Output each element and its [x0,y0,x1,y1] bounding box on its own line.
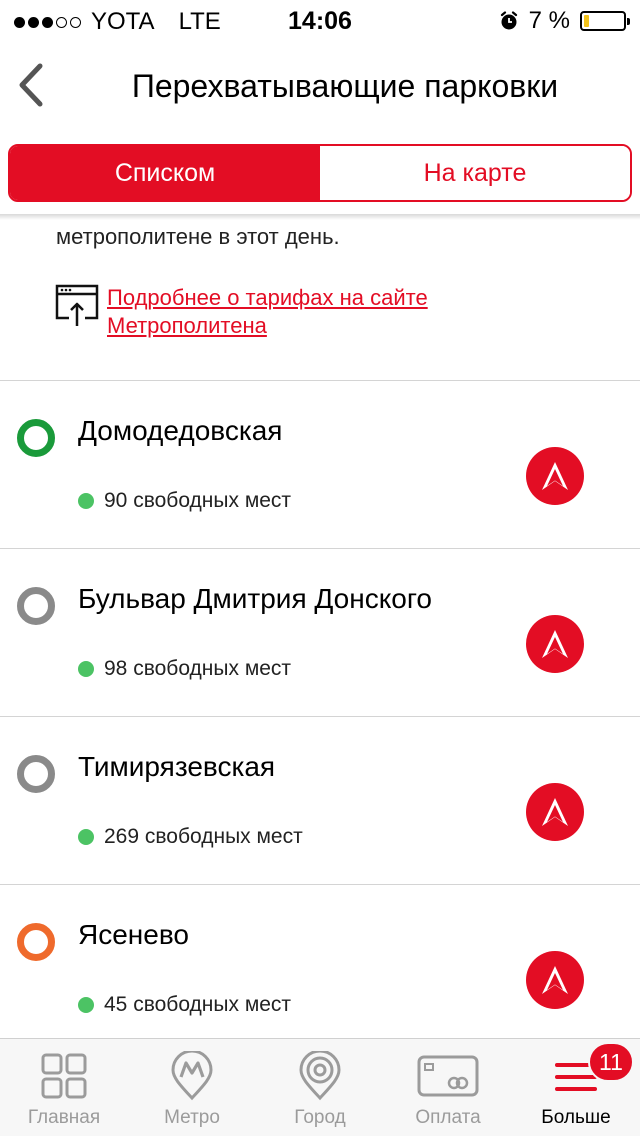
free-spaces-label: 90 свободных мест [104,489,292,512]
parking-list: Домодедовская 90 свободных мест Бульвар … [0,380,640,1052]
availability-dot-icon [78,829,94,845]
metro-pin-icon [171,1051,213,1101]
tariffs-link[interactable]: Подробнее о тарифах на сайте Метрополите… [55,284,428,340]
page-title: Перехватывающие парковки [131,68,559,104]
free-spaces-label: 269 свободных мест [104,825,303,848]
availability-dot-icon [78,997,94,1013]
navigate-button[interactable] [526,951,584,1009]
tab-metro-label: Метро [164,1107,220,1128]
tariffs-link-text[interactable]: Подробнее о тарифах на сайте Метрополите… [107,284,428,340]
card-icon [417,1055,479,1097]
availability-dot-icon [78,661,94,677]
availability-dot-icon [78,493,94,509]
station-name: Тимирязевская [78,751,276,782]
free-spaces-label: 98 свободных мест [104,657,292,680]
navigation-arrow-icon [542,798,568,826]
free-spaces: 90 свободных мест [78,489,291,513]
tariffs-link-line2[interactable]: Метрополитена [107,312,428,340]
navigate-button[interactable] [526,447,584,505]
free-spaces: 269 свободных мест [78,825,303,849]
tab-more-label: Больше [541,1107,611,1128]
view-segmented-control: Списком На карте [8,144,632,202]
metro-line-marker [17,755,55,793]
city-pin-icon [299,1051,341,1101]
station-name: Ясенево [78,919,189,950]
metro-line-marker [17,923,55,961]
notification-badge: 11 [588,1042,634,1082]
metro-line-marker [17,419,55,457]
info-text: метрополитене в этот день. [56,224,340,249]
station-name: Бульвар Дмитрия Донского [78,583,433,614]
navigate-button[interactable] [526,615,584,673]
list-item[interactable]: Бульвар Дмитрия Донского 98 свободных ме… [0,548,640,716]
metro-line-marker [17,587,55,625]
tab-bar: Главная Метро Город Оплата Больше [0,1038,640,1136]
list-item[interactable]: Тимирязевская 269 свободных мест [0,716,640,884]
back-chevron-icon[interactable] [12,60,52,110]
status-right: 7 % [499,7,630,35]
tab-city[interactable]: Город [256,1039,384,1136]
station-name: Домодедовская [78,415,283,446]
battery-icon [580,11,630,31]
tab-home[interactable]: Главная [0,1039,128,1136]
tab-home-label: Главная [27,1107,101,1128]
browser-upload-icon [55,284,99,326]
tab-map-view[interactable]: На карте [320,146,630,200]
navigation-arrow-icon [542,462,568,490]
tab-city-label: Город [294,1107,346,1128]
navigation-arrow-icon [542,966,568,994]
navigation-arrow-icon [542,630,568,658]
free-spaces: 98 свободных мест [78,657,291,681]
list-item[interactable]: Ясенево 45 свободных мест [0,884,640,1052]
free-spaces-label: 45 свободных мест [104,993,292,1016]
tab-payment[interactable]: Оплата [384,1039,512,1136]
list-item[interactable]: Домодедовская 90 свободных мест [0,380,640,548]
status-bar: YOTA LTE 14:06 7 % [0,0,640,40]
alarm-icon [500,11,517,30]
header-shadow [0,214,640,220]
tab-metro[interactable]: Метро [128,1039,256,1136]
tab-list-view[interactable]: Списком [10,146,320,200]
grid-icon [41,1053,87,1099]
navigate-button[interactable] [526,783,584,841]
tariffs-link-line1[interactable]: Подробнее о тарифах на сайте [107,284,428,312]
free-spaces: 45 свободных мест [78,993,291,1017]
battery-percent: 7 % [528,7,570,34]
navigation-bar: Перехватывающие парковки [0,40,640,130]
tab-payment-label: Оплата [415,1107,481,1128]
